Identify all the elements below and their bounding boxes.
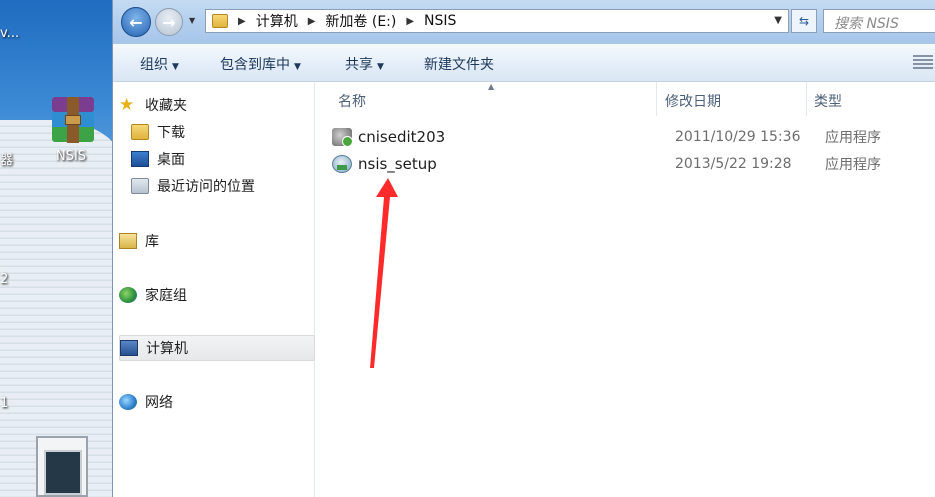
downloads-folder-icon [131,124,149,140]
file-name: nsis_setup [358,155,437,173]
chevron-right-icon[interactable]: ▶ [238,16,246,27]
nav-item-homegroup[interactable]: 家庭组 [119,282,315,308]
desktop-background: v... NSIS 器 2 1 [0,0,112,497]
desktop-icon-label: 2 [0,272,9,287]
file-type: 应用程序 [825,157,881,173]
desktop-icon-label: 1 [0,396,9,411]
column-header-type[interactable]: 类型 [814,82,842,116]
desktop-icon-label: v... [0,26,20,41]
breadcrumb-computer[interactable]: 计算机 [256,11,298,31]
forward-button[interactable]: → [155,8,183,36]
nav-item-label: 家庭组 [145,288,187,304]
winrar-archive-icon[interactable] [52,97,94,143]
installer-icon [332,155,352,173]
column-header-modified[interactable]: 修改日期 [665,82,721,116]
history-dropdown-icon[interactable]: ▼ [189,16,195,25]
nav-item-label: 收藏夹 [145,98,187,114]
desktop-icon-label: 器 [0,153,14,168]
star-icon: ★ [119,95,135,115]
column-header-name[interactable]: 名称 [338,82,366,116]
nav-item-downloads[interactable]: 下载 [131,119,327,145]
nav-item-label: 最近访问的位置 [157,179,255,195]
breadcrumb-nsis[interactable]: NSIS [424,13,456,29]
back-button[interactable]: ← [121,7,151,37]
column-divider[interactable] [806,82,807,116]
chevron-down-icon: ▼ [172,62,179,72]
nav-item-label: 桌面 [157,152,185,168]
new-folder-button[interactable]: 新建文件夹 [424,54,494,74]
nav-item-network[interactable]: 网络 [119,389,315,415]
search-input[interactable]: 搜索 NSIS [823,9,935,33]
navigation-pane: ★ 收藏夹 下载 桌面 最近访问的位置 库 家庭组 计算机 网络 [113,82,315,497]
nav-item-label: 下载 [157,125,185,141]
file-modified: 2011/10/29 15:36 [675,129,801,145]
homegroup-icon [119,287,137,303]
include-in-library-label: 包含到库中 [220,57,290,73]
nav-item-desktop[interactable]: 桌面 [131,146,327,172]
share-button[interactable]: 共享 ▼ [345,54,384,74]
file-list: ▲ 名称 修改日期 类型 cnisedit203 2011/10/29 15:3… [316,82,935,497]
desktop-icon [131,151,149,167]
address-dropdown-icon[interactable]: ▼ [774,15,782,26]
nav-item-computer[interactable]: 计算机 [119,335,315,361]
file-row-nsis-setup[interactable]: nsis_setup 2013/5/22 19:28 应用程序 [332,151,935,177]
nav-item-recent-places[interactable]: 最近访问的位置 [131,173,327,199]
breadcrumb-drive[interactable]: 新加卷 (E:) [325,11,396,31]
file-row-cnisedit203[interactable]: cnisedit203 2011/10/29 15:36 应用程序 [332,124,935,150]
organize-button[interactable]: 组织 ▼ [140,54,179,74]
nav-item-libraries[interactable]: 库 [119,228,315,254]
file-type: 应用程序 [825,130,881,146]
address-bar[interactable]: ▶ 计算机 ▶ 新加卷 (E:) ▶ NSIS ▼ [205,9,789,33]
desktop-icon-nsis-label[interactable]: NSIS [56,149,86,164]
explorer-window: ← → ▼ ▶ 计算机 ▶ 新加卷 (E:) ▶ NSIS ▼ ⇆ 搜索 NSI… [112,0,935,497]
recent-places-icon [131,178,149,194]
chevron-right-icon[interactable]: ▶ [406,16,414,27]
chevron-down-icon: ▼ [294,62,301,72]
command-bar: 组织 ▼ 包含到库中 ▼ 共享 ▼ 新建文件夹 [113,44,935,82]
computer-icon [120,340,138,356]
file-name: cnisedit203 [358,128,446,146]
network-icon [119,394,137,410]
include-in-library-button[interactable]: 包含到库中 ▼ [220,54,301,74]
folder-icon [212,14,228,28]
nav-item-label: 计算机 [146,341,188,357]
nav-item-label: 网络 [145,395,173,411]
view-options-icon[interactable] [913,55,933,71]
share-label: 共享 [345,57,373,73]
library-icon [119,233,137,249]
sort-ascending-icon: ▲ [488,82,495,91]
nav-item-label: 库 [145,234,159,250]
window-navigation-bar: ← → ▼ ▶ 计算机 ▶ 新加卷 (E:) ▶ NSIS ▼ ⇆ 搜索 NSI… [113,0,935,44]
organize-label: 组织 [140,57,168,73]
nav-item-favorites[interactable]: ★ 收藏夹 [119,92,315,118]
desktop-wallpaper-window [36,436,88,497]
file-modified: 2013/5/22 19:28 [675,156,792,172]
chevron-down-icon: ▼ [377,62,384,72]
app-gear-icon [332,128,353,147]
chevron-right-icon[interactable]: ▶ [308,16,316,27]
column-divider[interactable] [656,82,657,116]
refresh-button[interactable]: ⇆ [791,9,817,33]
